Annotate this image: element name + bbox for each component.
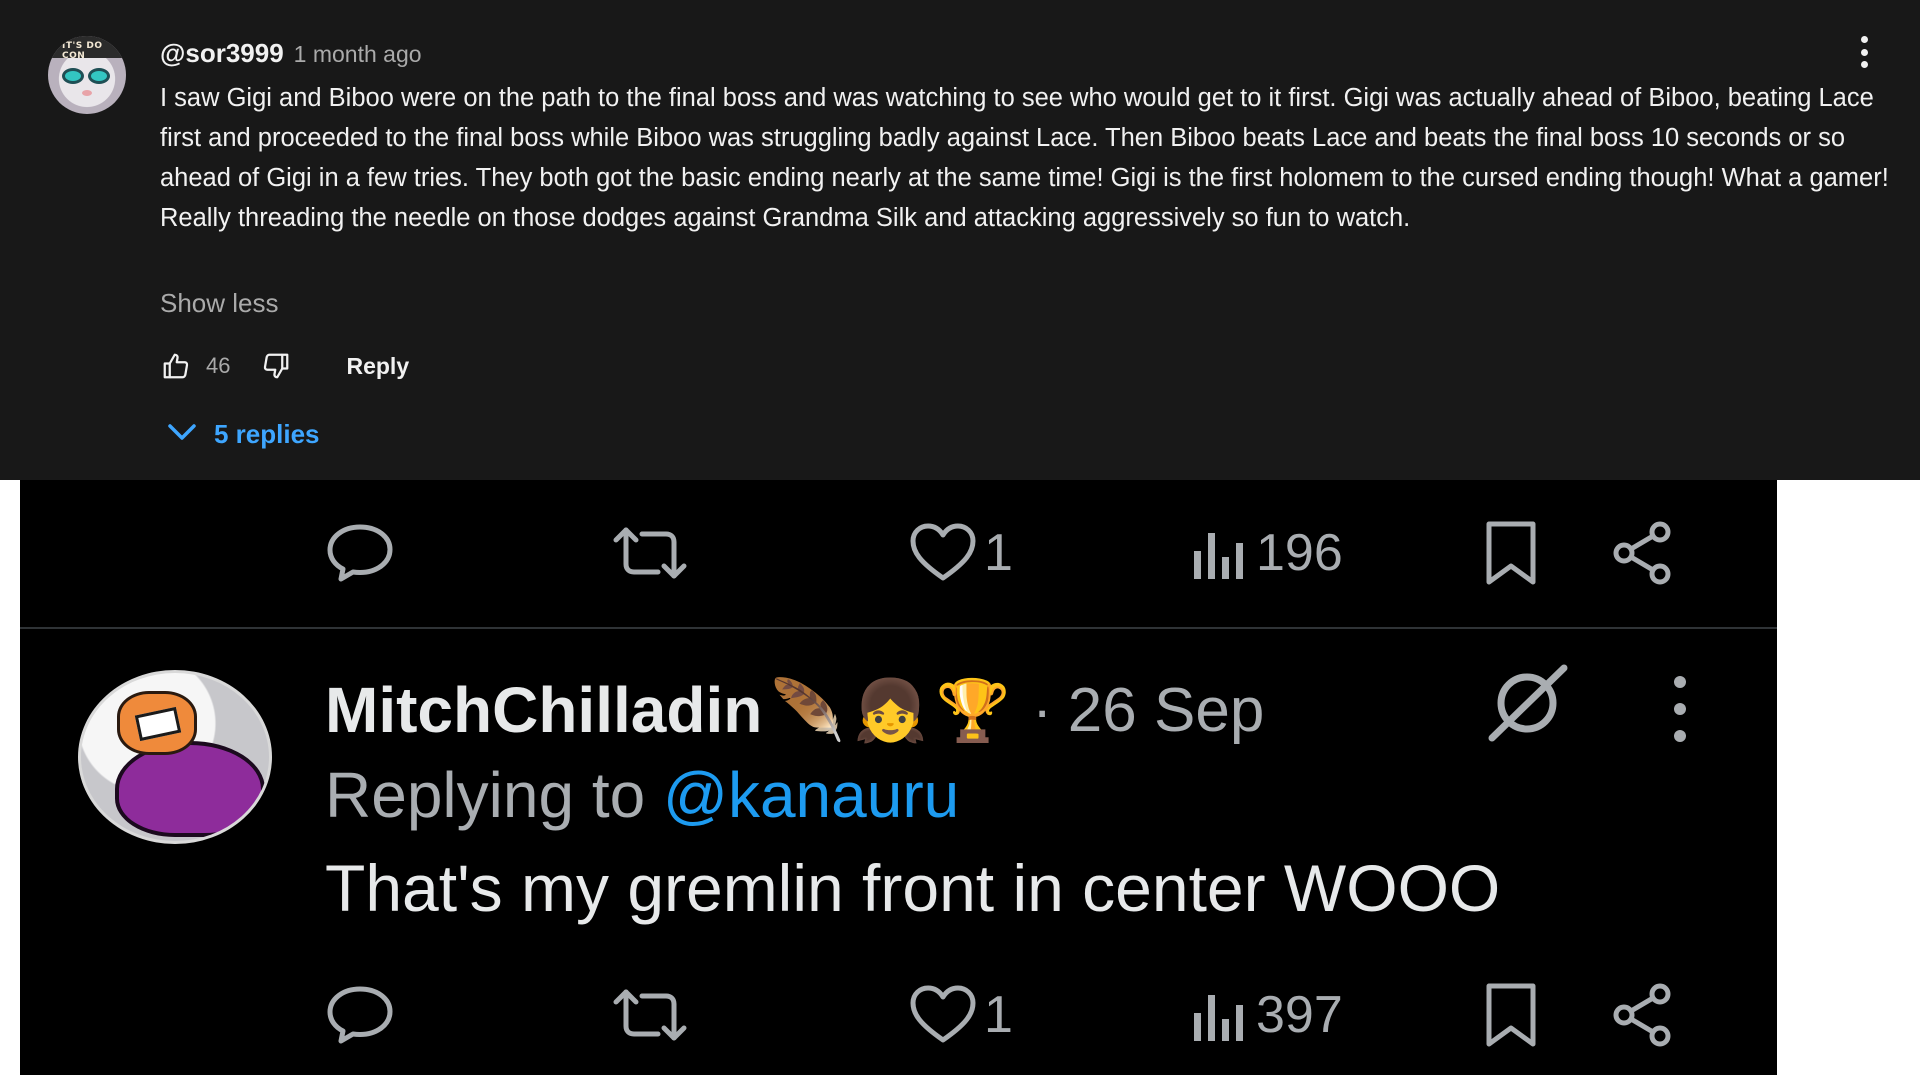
tweet-date[interactable]: 26 Sep [1068,675,1265,746]
view-count: 397 [1256,986,1343,1044]
grok-icon[interactable] [1482,658,1572,748]
avatar-hat-text: IT'S DO CON [62,41,103,61]
replying-to-label: Replying to [325,759,646,831]
views-button[interactable]: 397 [1190,970,1343,1060]
bookmark-icon[interactable] [1483,508,1539,598]
separator-dot: · [1032,677,1052,743]
avatar-goggle-right [88,68,110,84]
avatar-art [115,741,265,837]
share-icon[interactable] [1610,508,1676,598]
tweet-actions: 1 397 [20,970,1777,1060]
replying-to-handle[interactable]: @kanauru [663,759,959,831]
avatar[interactable] [78,670,272,844]
bookmark-icon[interactable] [1483,970,1539,1060]
views-button[interactable]: 196 [1190,508,1343,598]
comment-header: @sor3999 1 month ago [160,38,422,69]
youtube-comment: IT'S DO CON @sor3999 1 month ago I saw G… [0,0,1920,480]
comment-username[interactable]: @sor3999 [160,38,284,69]
reply-icon[interactable] [325,970,395,1060]
avatar-goggle-left [62,68,84,84]
previous-tweet-actions: 1 196 [20,508,1777,598]
share-icon[interactable] [1610,970,1676,1060]
feather-emoji: 🪶 [770,675,846,746]
retweet-icon[interactable] [610,970,690,1060]
tweet-text: That's my gremlin front in center WOOO [325,851,1501,925]
reply-icon[interactable] [325,508,395,598]
show-less-button[interactable]: Show less [160,288,279,319]
heart-icon [910,985,976,1043]
avatar-nose [82,90,92,96]
divider [20,627,1777,629]
girl-emoji: 👧 [853,675,928,746]
thumbs-up-icon[interactable] [160,350,192,382]
trophy-emoji: 🏆 [935,675,1011,746]
chevron-down-icon [166,420,198,449]
avatar[interactable]: IT'S DO CON [48,36,126,114]
comment-actions: 46 Reply [160,348,409,384]
like-button[interactable]: 1 [908,970,1013,1060]
thumbs-down-icon[interactable] [260,350,292,382]
replies-count-label: 5 replies [214,418,320,449]
display-name[interactable]: MitchChilladin [325,673,762,747]
heart-icon [910,523,976,581]
replying-to: Replying to @kanauru [325,758,959,832]
like-button[interactable]: 1 [908,508,1013,598]
comment-body: I saw Gigi and Biboo were on the path to… [160,84,1889,232]
more-icon[interactable] [1670,676,1690,742]
reply-button[interactable]: Reply [346,353,409,380]
views-icon [1194,533,1243,579]
tweet-thread: 1 196 MitchChilladin 🪶 👧 🏆 · 26 Sep Repl… [20,480,1777,1075]
retweet-icon[interactable] [610,508,690,598]
comment-timestamp[interactable]: 1 month ago [294,41,422,68]
comment-menu-icon[interactable] [1851,32,1877,72]
view-replies-button[interactable]: 5 replies [166,414,320,454]
tweet-header: MitchChilladin 🪶 👧 🏆 · 26 Sep [325,665,1264,755]
view-count: 196 [1256,524,1343,582]
like-count: 1 [984,986,1013,1044]
views-icon [1194,995,1243,1041]
like-count: 46 [206,353,231,378]
like-count: 1 [984,524,1013,582]
